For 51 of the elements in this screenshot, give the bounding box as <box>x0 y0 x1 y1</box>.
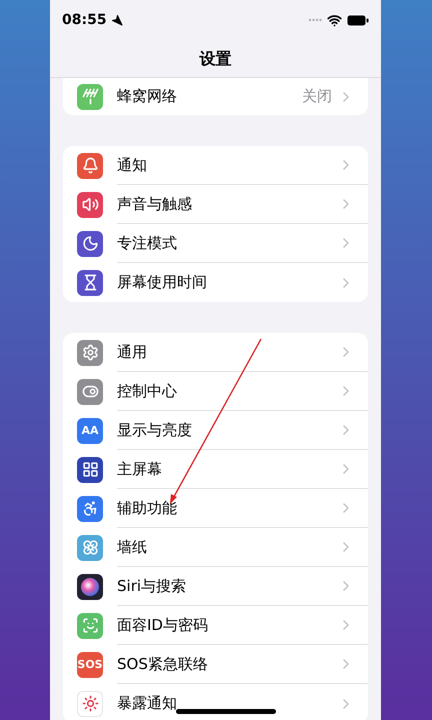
grid-icon <box>77 456 103 482</box>
row-label: 暴露通知 <box>117 693 177 714</box>
row-label: 控制中心 <box>117 380 177 402</box>
gear-icon <box>77 340 103 366</box>
settings-row[interactable]: 通知 <box>63 146 368 185</box>
settings-row[interactable]: SOS SOS紧急联络 <box>63 645 368 684</box>
row-label: 墙纸 <box>117 536 147 558</box>
app-icon: SOS <box>77 652 103 678</box>
battery-icon <box>347 14 369 26</box>
row-label: 通用 <box>117 342 147 363</box>
settings-row[interactable]: 控制中心 <box>63 372 368 411</box>
moon-icon <box>77 230 103 256</box>
settings-row[interactable]: 屏幕使用时间 <box>63 263 368 302</box>
app-icon: AA <box>77 418 103 444</box>
settings-row[interactable]: 主屏幕 <box>63 450 368 489</box>
row-label: SOS紧急联络 <box>117 654 208 675</box>
face-icon <box>77 612 103 638</box>
settings-row[interactable]: 面容ID与密码 <box>63 606 368 645</box>
row-label: 显示与亮度 <box>117 420 192 441</box>
signal-icon <box>308 18 322 22</box>
flower-icon <box>77 534 103 560</box>
row-label: 声音与触感 <box>117 194 192 215</box>
settings-row[interactable]: AA 显示与亮度 <box>63 411 368 450</box>
row-label: 蜂窝网络 <box>117 86 177 108</box>
row-label: 面容ID与密码 <box>117 614 208 636</box>
row-label: 通知 <box>117 154 147 176</box>
accessibility-icon <box>77 496 103 522</box>
sun-icon <box>77 690 103 716</box>
bell-icon <box>77 152 103 178</box>
row-value: 关闭 <box>302 86 332 108</box>
row-label: 辅助功能 <box>117 498 177 519</box>
antenna-icon <box>77 84 103 110</box>
orb-icon <box>77 574 103 600</box>
hourglass-icon <box>77 270 103 296</box>
settings-row[interactable]: 专注模式 <box>63 224 368 263</box>
settings-row[interactable]: Siri与搜索 <box>63 567 368 606</box>
speaker-icon <box>77 192 103 218</box>
settings-row[interactable]: 蜂窝网络 关闭 <box>63 78 368 115</box>
row-label: Siri与搜索 <box>117 576 186 597</box>
status-time: 08:55 <box>62 10 107 30</box>
location-icon <box>110 14 123 26</box>
settings-row[interactable]: 通用 <box>63 333 368 372</box>
settings-row[interactable]: 墙纸 <box>63 528 368 567</box>
row-label: 主屏幕 <box>117 458 162 480</box>
row-label: 屏幕使用时间 <box>117 272 207 294</box>
settings-row[interactable]: 声音与触感 <box>63 185 368 224</box>
wifi-icon <box>327 12 342 28</box>
page-title: 设置 <box>200 48 232 70</box>
row-label: 专注模式 <box>117 232 177 254</box>
toggle-icon <box>77 378 103 404</box>
settings-row[interactable]: 辅助功能 <box>63 489 368 528</box>
